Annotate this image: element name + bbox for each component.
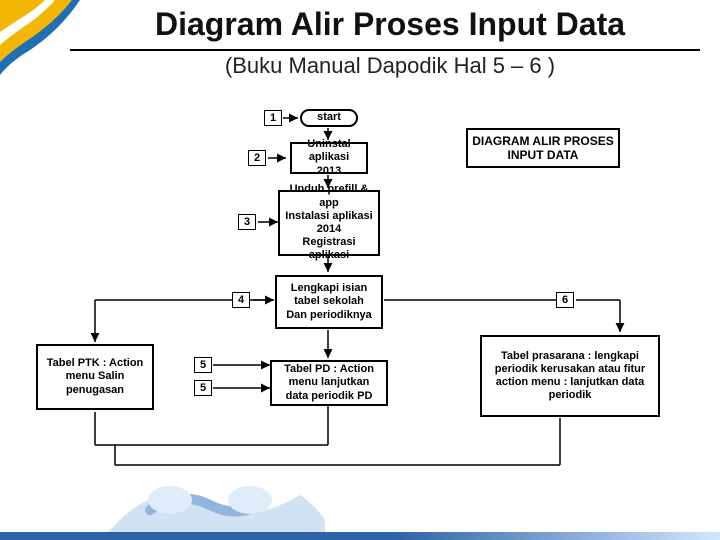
page-subtitle: (Buku Manual Dapodik Hal 5 – 6 ) <box>70 53 710 79</box>
footer-stripe <box>0 532 720 540</box>
process-tabel-pd: Tabel PD : Action menu lanjutkan data pe… <box>270 360 388 406</box>
process-unduh: Unduh prefill & app Instalasi aplikasi 2… <box>278 190 380 256</box>
step-number-5b: 5 <box>194 380 212 396</box>
page-title: Diagram Alir Proses Input Data <box>70 6 710 43</box>
step-number-4: 4 <box>232 292 250 308</box>
process-prasarana: Tabel prasarana : lengkapi periodik keru… <box>480 335 660 417</box>
step-number-2: 2 <box>248 150 266 166</box>
process-lengkapi: Lengkapi isian tabel sekolah Dan periodi… <box>275 275 383 329</box>
process-tabel-ptk: Tabel PTK : Action menu Salin penugasan <box>36 344 154 410</box>
legend-title-box: DIAGRAM ALIR PROSES INPUT DATA <box>466 128 620 168</box>
title-underline <box>70 49 700 51</box>
process-uninstall: Uninstal aplikasi 2013 <box>290 142 368 174</box>
step-number-5a: 5 <box>194 357 212 373</box>
terminal-start: start <box>300 109 358 127</box>
step-number-1: 1 <box>264 110 282 126</box>
handshake-illustration <box>100 450 330 540</box>
corner-swoosh <box>0 0 80 62</box>
step-number-3: 3 <box>238 214 256 230</box>
step-number-6: 6 <box>556 292 574 308</box>
